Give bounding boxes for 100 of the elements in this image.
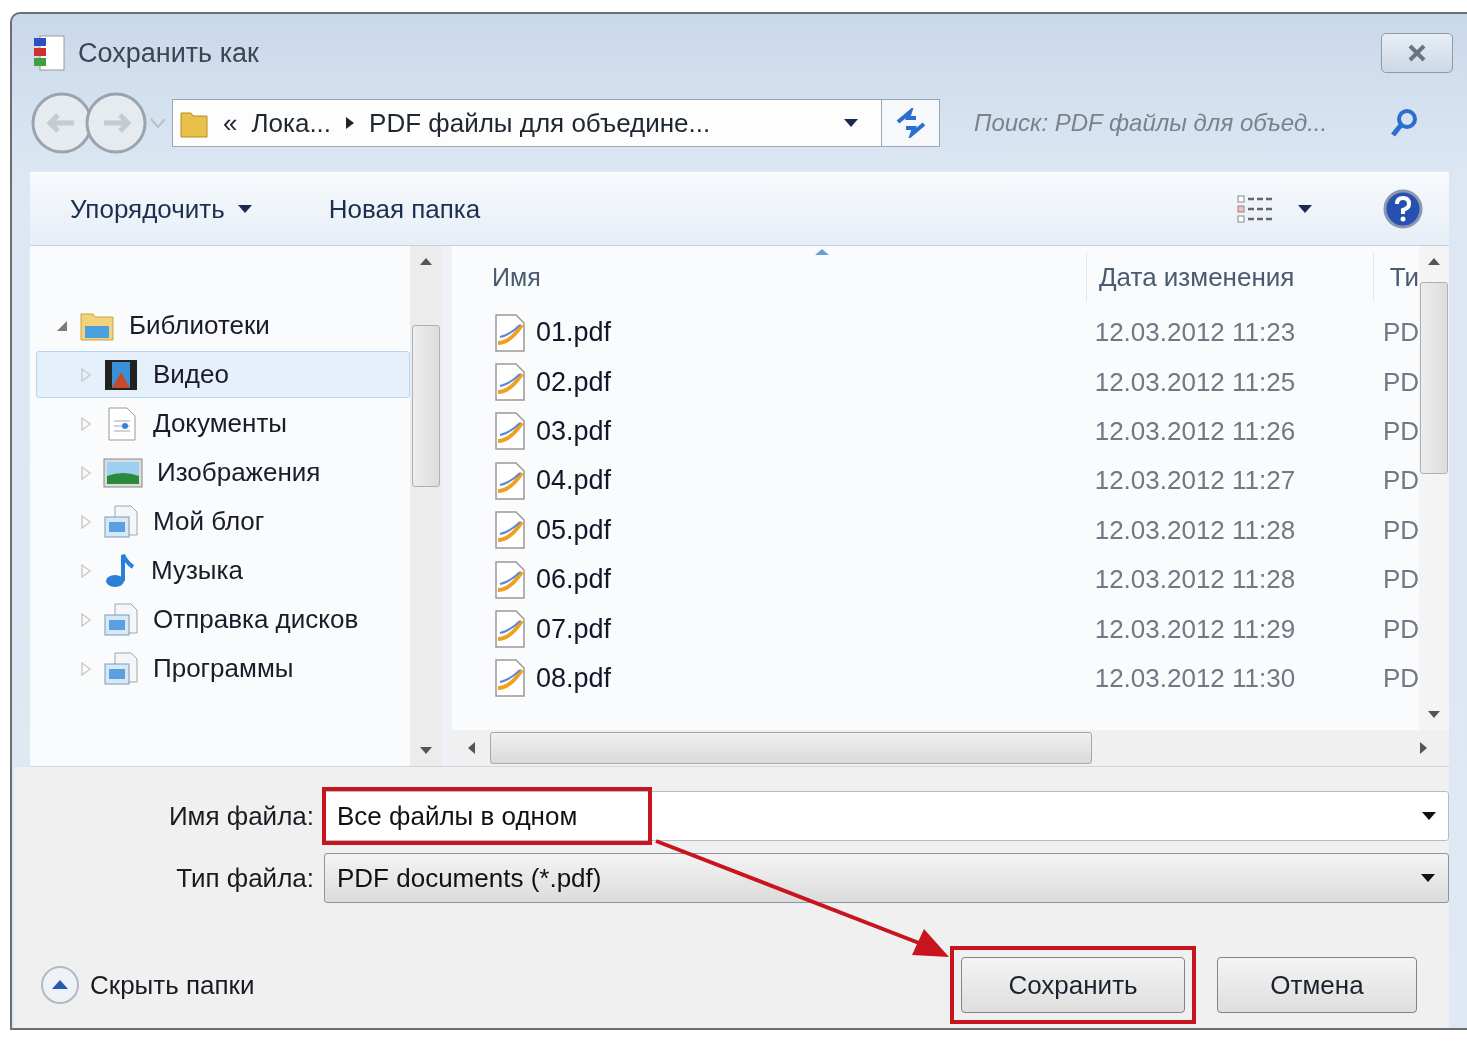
sidebar-item-label: Мой блог (153, 506, 265, 537)
toolbar-button[interactable]: Упорядочить (62, 187, 261, 231)
breadcrumb-arrow-icon (345, 116, 356, 130)
scroll-left-icon[interactable] (466, 741, 476, 755)
dialog-button[interactable]: Отмена (1217, 957, 1417, 1013)
dropdown-caret-icon (1420, 873, 1436, 883)
table-cell-text: 12.03.2012 11:29 (1093, 613, 1297, 645)
breadcrumb-item[interactable]: Лока... (251, 107, 332, 139)
address-bar[interactable]: « Лока... PDF файлы для объедине... (172, 99, 882, 147)
scroll-up-icon[interactable] (419, 256, 433, 266)
table-cell-text: PD (1381, 564, 1419, 596)
dropdown-caret-icon[interactable] (843, 118, 859, 128)
forward-button[interactable] (84, 91, 148, 155)
pdf-file-icon (492, 312, 528, 353)
scroll-up-icon[interactable] (1427, 256, 1441, 266)
library-folder-icon (103, 651, 139, 686)
field-label: Тип файла: (175, 862, 315, 894)
hide-folders-button[interactable]: Скрыть папки (40, 965, 255, 1005)
close-button[interactable] (1381, 33, 1453, 73)
sidebar-item[interactable]: Изображения (36, 449, 410, 496)
sidebar-item-label: Отправка дисков (153, 604, 359, 635)
refresh-button[interactable] (882, 99, 940, 147)
scrollbar[interactable] (1419, 246, 1449, 730)
scroll-thumb[interactable] (490, 732, 1092, 764)
help-icon[interactable] (1383, 189, 1423, 229)
collapsed-arrow-icon[interactable] (79, 367, 93, 382)
music-note-icon (103, 552, 137, 589)
sidebar-item[interactable]: Мой блог (36, 498, 410, 545)
field-label: Имя файла: (167, 800, 315, 832)
file-name[interactable]: 03.pdf (536, 415, 612, 447)
table-cell-text: PD (1381, 514, 1419, 546)
search-icon (1390, 108, 1418, 138)
column-header[interactable]: Дата изменения (1086, 252, 1373, 302)
table-cell-text: PD (1381, 613, 1419, 645)
sidebar-item-label: Музыка (151, 555, 243, 586)
scroll-down-icon[interactable] (419, 746, 433, 756)
film-icon (103, 357, 139, 392)
collapsed-arrow-icon[interactable] (79, 514, 93, 529)
library-folder-icon (103, 602, 139, 637)
file-name[interactable]: 08.pdf (536, 662, 612, 694)
collapsed-arrow-icon[interactable] (79, 661, 93, 676)
history-caret-icon[interactable] (150, 118, 166, 128)
pdf-file-icon (492, 559, 528, 600)
sidebar-item-label: Документы (153, 408, 288, 439)
sidebar-item[interactable]: Программы (36, 645, 410, 692)
table-cell-text: PD (1381, 415, 1419, 447)
column-header[interactable]: Имя (492, 262, 1086, 292)
scroll-thumb[interactable] (1420, 282, 1448, 474)
pdf-file-icon (492, 658, 528, 699)
file-name[interactable]: 04.pdf (536, 465, 612, 497)
sidebar-item[interactable]: Отправка дисков (36, 596, 410, 643)
sidebar-item-label: Видео (153, 359, 229, 390)
scroll-thumb[interactable] (412, 325, 440, 487)
view-caret-icon[interactable] (1297, 204, 1313, 214)
file-name[interactable]: 01.pdf (536, 317, 612, 349)
pdf-file-icon (492, 510, 528, 551)
table-cell-text: 12.03.2012 11:30 (1093, 662, 1297, 694)
table-cell-text: 12.03.2012 11:28 (1093, 564, 1297, 596)
sidebar-item[interactable]: Документы (36, 400, 410, 447)
library-folder-icon (103, 504, 139, 539)
file-type-dropdown[interactable]: PDF documents (*.pdf) (324, 853, 1449, 903)
collapsed-arrow-icon[interactable] (79, 465, 93, 480)
dialog-button[interactable]: Сохранить (961, 957, 1185, 1013)
scrollbar[interactable] (452, 730, 1449, 766)
sidebar-item[interactable]: Музыка (36, 547, 410, 594)
scroll-down-icon[interactable] (1427, 710, 1441, 720)
scrollbar[interactable] (410, 246, 442, 766)
dropdown-caret-icon[interactable] (1421, 811, 1437, 821)
table-cell-text: 12.03.2012 11:27 (1093, 465, 1297, 497)
caret-icon (236, 204, 253, 214)
sidebar-item[interactable]: Видео (36, 351, 410, 398)
breadcrumb-item[interactable]: « (223, 107, 238, 139)
table-cell-text: PD (1381, 317, 1419, 349)
file-name[interactable]: 05.pdf (536, 514, 612, 546)
pdf-file-icon (492, 609, 528, 650)
table-cell-text: 12.03.2012 11:23 (1093, 317, 1297, 349)
collapsed-arrow-icon[interactable] (79, 416, 93, 431)
landscape-icon (103, 457, 143, 488)
search-field[interactable]: Поиск: PDF файлы для объед... (956, 99, 1426, 147)
sidebar-item-label: Изображения (157, 457, 321, 488)
table-cell-text: PD (1381, 465, 1419, 497)
sidebar-item-label: Библиотеки (129, 310, 270, 341)
breadcrumb-item[interactable]: PDF файлы для объедине... (369, 107, 711, 139)
sort-caret-icon (814, 248, 830, 256)
table-cell-text: 12.03.2012 11:28 (1093, 514, 1297, 546)
sidebar-item-label: Программы (153, 653, 294, 684)
file-name[interactable]: 06.pdf (536, 564, 612, 596)
file-name-field[interactable]: Все файлы в одном (324, 791, 1449, 841)
table-cell-text: PD (1381, 662, 1419, 694)
file-name[interactable]: 02.pdf (536, 366, 612, 398)
collapsed-arrow-icon[interactable] (79, 612, 93, 627)
collapsed-arrow-icon[interactable] (79, 563, 93, 578)
pdf-file-icon (492, 460, 528, 501)
app-icon (32, 34, 66, 72)
pdf-file-icon (492, 411, 528, 452)
file-name[interactable]: 07.pdf (536, 613, 612, 645)
view-options-icon[interactable] (1237, 194, 1275, 224)
toolbar-button[interactable]: Новая папка (320, 187, 489, 231)
sidebar-item[interactable]: Библиотеки (36, 302, 410, 349)
scroll-right-icon[interactable] (1419, 741, 1429, 755)
